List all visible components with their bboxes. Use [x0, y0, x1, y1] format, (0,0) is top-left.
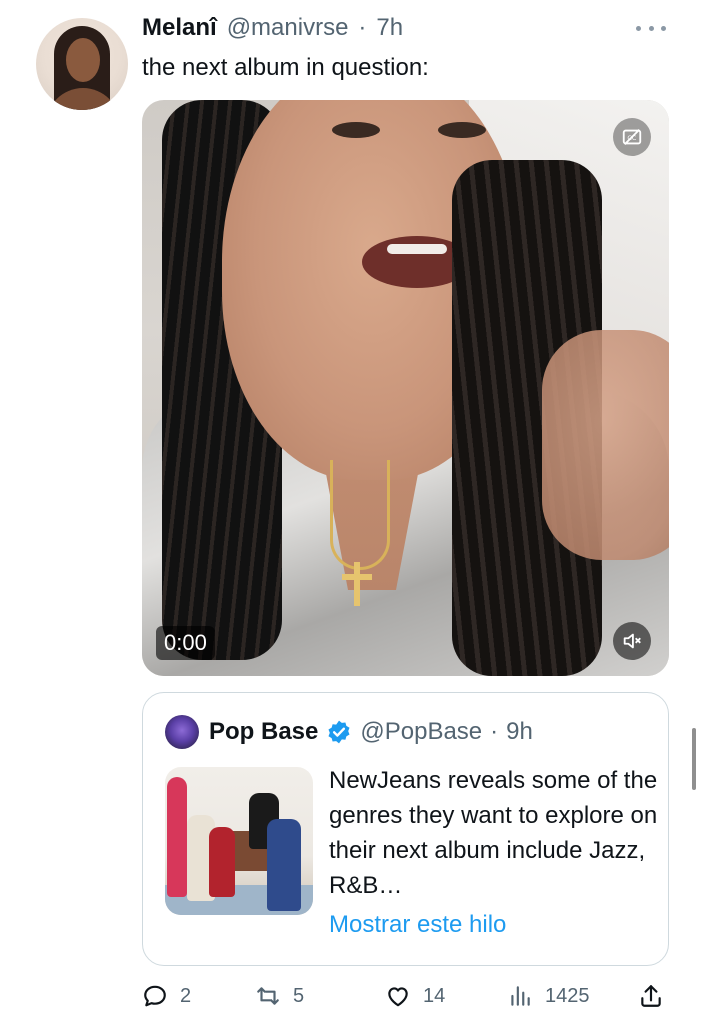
video-player[interactable]: CC 0:00	[142, 100, 669, 676]
more-dot-icon	[661, 25, 666, 31]
quoted-tweet-image	[165, 767, 313, 915]
analytics-icon	[511, 986, 530, 1006]
more-options-button[interactable]	[636, 18, 666, 38]
captions-button[interactable]: CC	[613, 118, 651, 156]
quoted-author-avatar	[165, 715, 199, 749]
closed-captions-icon: CC	[622, 129, 642, 145]
header-separator: ·	[358, 14, 367, 41]
more-dot-icon	[636, 25, 641, 31]
author-display-name[interactable]: Melanî	[142, 14, 217, 42]
quoted-header-separator: ·	[490, 718, 499, 745]
more-dot-icon	[648, 25, 654, 31]
tweet-header: Melanî @manivrse · 7h	[142, 14, 403, 48]
muted-speaker-icon	[623, 633, 641, 649]
share-icon	[641, 985, 661, 1007]
show-thread-link[interactable]: Mostrar este hilo	[329, 911, 506, 939]
tweet-text: the next album in question:	[142, 54, 429, 81]
verified-badge-icon	[328, 720, 350, 744]
tweet-time[interactable]: 7h	[376, 14, 403, 42]
quoted-tweet-header: Pop Base @PopBase · 9h	[165, 715, 533, 749]
mute-button[interactable]	[613, 622, 651, 660]
svg-text:CC: CC	[627, 134, 636, 142]
tweet-actions: 2 5 14 1425	[142, 978, 669, 1014]
retweet-count: 5	[293, 984, 305, 1007]
author-avatar[interactable]	[36, 18, 128, 110]
share-button[interactable]	[638, 978, 664, 1014]
quoted-author-handle: @PopBase	[360, 718, 483, 745]
reply-count: 2	[180, 984, 192, 1007]
author-handle[interactable]: @manivrse	[227, 14, 349, 42]
views-button[interactable]: 1425	[507, 978, 590, 1014]
scrollbar[interactable]	[692, 728, 696, 790]
quoted-author-display-name: Pop Base	[209, 718, 319, 745]
tweet[interactable]: Melanî @manivrse · 7h the next album in …	[0, 0, 702, 1024]
reply-icon	[144, 985, 166, 1007]
quoted-tweet[interactable]: Pop Base @PopBase · 9h NewJeans reveals …	[142, 692, 669, 966]
retweet-icon	[257, 987, 279, 1005]
view-count: 1425	[545, 984, 590, 1007]
like-button[interactable]: 14	[385, 978, 445, 1014]
heart-icon	[388, 987, 408, 1007]
quoted-tweet-text: NewJeans reveals some of the genres they…	[329, 767, 658, 899]
like-count: 14	[423, 984, 446, 1007]
reply-button[interactable]: 2	[142, 978, 191, 1014]
retweet-button[interactable]: 5	[255, 978, 304, 1014]
video-timestamp: 0:00	[156, 626, 215, 660]
quoted-tweet-time: 9h	[506, 718, 533, 745]
